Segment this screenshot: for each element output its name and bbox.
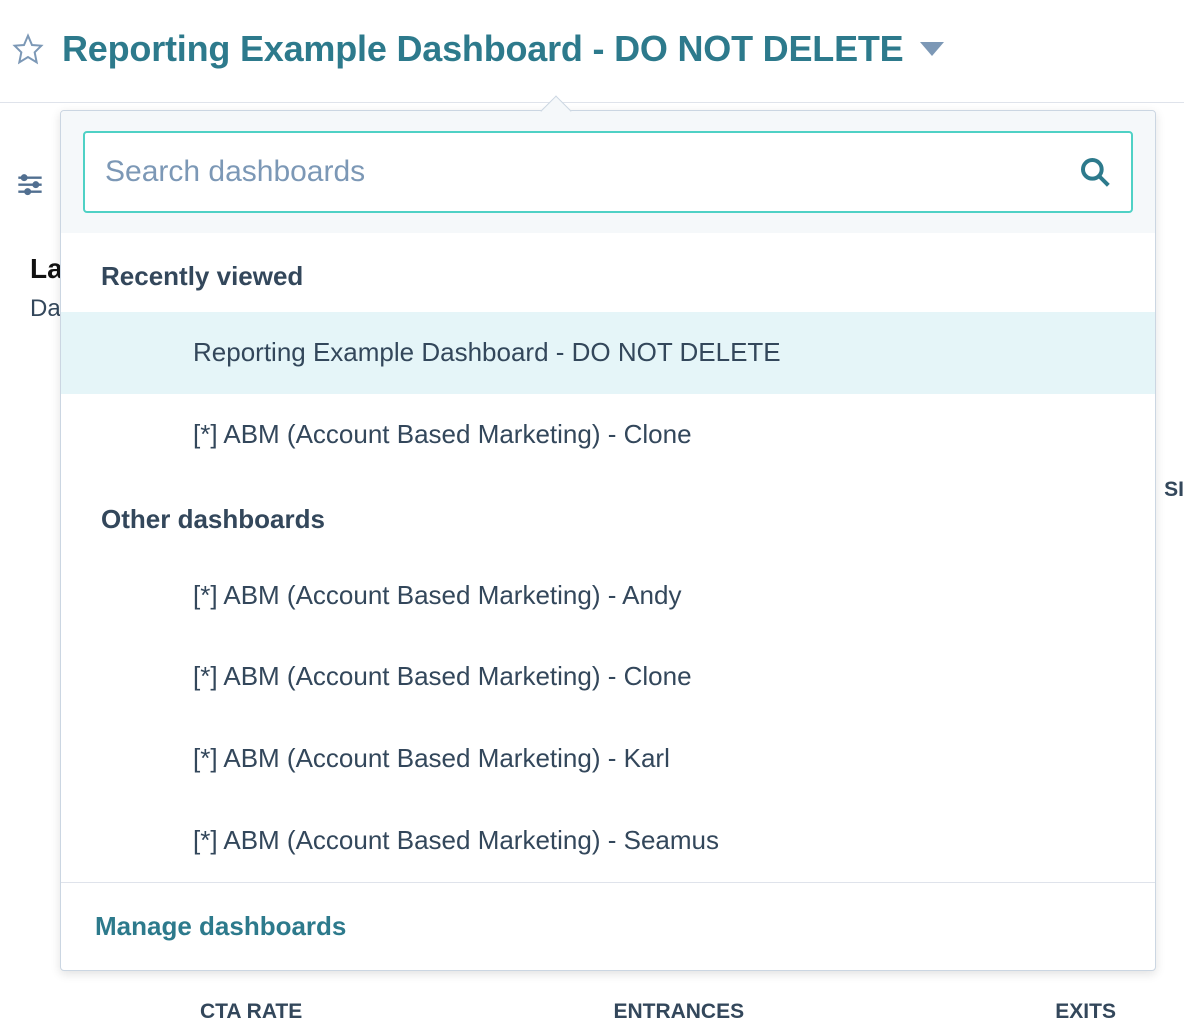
dashboard-title-text: Reporting Example Dashboard - DO NOT DEL…	[62, 28, 904, 70]
list-item[interactable]: [*] ABM (Account Based Marketing) - Seam…	[61, 800, 1155, 882]
section-title-other: Other dashboards	[61, 476, 1155, 555]
search-area	[61, 111, 1155, 233]
filter-icon[interactable]	[16, 173, 44, 197]
manage-dashboards-link[interactable]: Manage dashboards	[95, 911, 346, 941]
list-item[interactable]: [*] ABM (Account Based Marketing) - Karl	[61, 718, 1155, 800]
column-header: EXITS	[1055, 1000, 1116, 1024]
column-header: CTA RATE	[200, 1000, 302, 1024]
favorite-star-icon[interactable]	[12, 33, 44, 65]
list-item[interactable]: [*] ABM (Account Based Marketing) - Clon…	[61, 394, 1155, 476]
right-edge-text-partial: SI	[1164, 478, 1184, 502]
page-header: Reporting Example Dashboard - DO NOT DEL…	[0, 0, 1184, 102]
dropdown-footer: Manage dashboards	[61, 882, 1155, 970]
dropdown-body: Recently viewed Reporting Example Dashbo…	[61, 233, 1155, 882]
dashboard-selector-dropdown: Recently viewed Reporting Example Dashbo…	[60, 110, 1156, 971]
column-header: ENTRANCES	[613, 1000, 744, 1024]
table-columns-row: CTA RATE ENTRANCES EXITS	[0, 1000, 1184, 1024]
list-item[interactable]: Reporting Example Dashboard - DO NOT DEL…	[61, 312, 1155, 394]
search-input[interactable]	[105, 155, 1079, 189]
list-item[interactable]: [*] ABM (Account Based Marketing) - Clon…	[61, 636, 1155, 718]
dashboard-title-dropdown-trigger[interactable]: Reporting Example Dashboard - DO NOT DEL…	[62, 28, 944, 70]
chevron-down-icon	[920, 42, 944, 56]
section-title-recent: Recently viewed	[61, 233, 1155, 312]
search-icon	[1079, 156, 1111, 188]
search-wrapper[interactable]	[83, 131, 1133, 213]
list-item[interactable]: [*] ABM (Account Based Marketing) - Andy	[61, 555, 1155, 637]
